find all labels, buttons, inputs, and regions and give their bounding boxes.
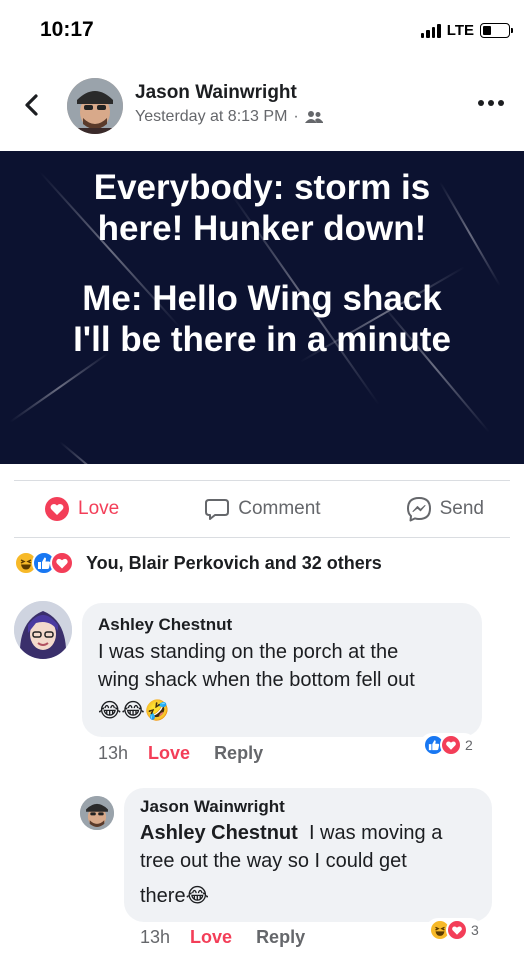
comment-meta: 13h Love Reply xyxy=(98,743,263,764)
comment-bubble[interactable]: Ashley Chestnut I was standing on the po… xyxy=(82,603,482,737)
comment-love-button[interactable]: Love xyxy=(148,743,190,764)
love-icon xyxy=(50,551,74,575)
status-indicators: LTE xyxy=(420,22,513,39)
signal-icon xyxy=(420,23,441,38)
comment-icon xyxy=(205,499,230,520)
network-type: LTE xyxy=(446,22,474,39)
post-timestamp[interactable]: Yesterday at 8:13 PM xyxy=(135,108,287,126)
reply-reactions[interactable]: 3 xyxy=(426,918,482,942)
comment-emojis: 😂😂🤣 xyxy=(98,698,170,722)
reply-bubble[interactable]: Jason Wainwright Ashley Chestnut I was m… xyxy=(124,788,492,922)
post-header: Jason Wainwright Yesterday at 8:13 PM · xyxy=(0,70,524,142)
comment-text: wing shack when the bottom fell out xyxy=(98,669,415,691)
post-meta: Yesterday at 8:13 PM · xyxy=(135,108,323,126)
reply-text: Ashley Chestnut I was moving a xyxy=(140,819,476,847)
love-icon xyxy=(45,497,69,521)
reply-emoji: 😂 xyxy=(185,883,209,907)
messenger-icon xyxy=(406,497,431,522)
back-icon[interactable] xyxy=(18,90,46,120)
post-image-text: Everybody: storm is here! Hunker down! M… xyxy=(0,167,524,360)
comment-text: I was standing on the porch at the xyxy=(98,641,399,663)
friends-icon xyxy=(304,111,323,123)
image-text-line: Everybody: storm is xyxy=(93,168,431,207)
comment-reactions[interactable]: 2 xyxy=(420,733,476,757)
image-text-line: Me: Hello Wing shack xyxy=(82,278,442,318)
send-button-label: Send xyxy=(439,498,484,519)
meta-separator: · xyxy=(293,108,299,125)
image-text-line: here! Hunker down! xyxy=(97,209,427,249)
status-bar: 10:17 LTE xyxy=(0,0,524,60)
author-avatar[interactable] xyxy=(67,78,123,134)
send-button[interactable]: Send xyxy=(406,496,484,522)
comment-reaction-count: 2 xyxy=(465,737,473,753)
reply-love-button[interactable]: Love xyxy=(190,927,232,948)
reply-reaction-count: 3 xyxy=(471,922,479,938)
reply-author[interactable]: Jason Wainwright xyxy=(140,797,476,817)
reactions-summary-text: You, Blair Perkovich and 32 others xyxy=(86,552,382,573)
reply-text-part: I was moving a xyxy=(308,822,443,844)
comment-author[interactable]: Ashley Chestnut xyxy=(98,615,466,635)
author-name[interactable]: Jason Wainwright xyxy=(135,82,297,104)
comment-time[interactable]: 13h xyxy=(98,743,128,764)
reply-text-last: there😂 xyxy=(140,881,476,910)
commenter-avatar[interactable] xyxy=(80,796,114,830)
reply-reply-button[interactable]: Reply xyxy=(256,927,305,948)
comment-button-label: Comment xyxy=(238,498,321,519)
post-image[interactable]: Everybody: storm is here! Hunker down! M… xyxy=(0,151,524,464)
love-icon xyxy=(440,734,462,756)
comment-button[interactable]: Comment xyxy=(204,496,321,522)
comment-reply-button[interactable]: Reply xyxy=(214,743,263,764)
reaction-icons xyxy=(14,551,74,575)
battery-icon xyxy=(480,23,513,38)
more-options-icon[interactable] xyxy=(478,100,504,106)
status-time: 10:17 xyxy=(40,18,94,41)
reply-text: tree out the way so I could get xyxy=(140,850,407,872)
love-button-label: Love xyxy=(78,498,120,519)
reply-text-part: there xyxy=(140,885,186,907)
reactions-summary[interactable]: You, Blair Perkovich and 32 others xyxy=(14,548,382,578)
reply-time[interactable]: 13h xyxy=(140,927,170,948)
image-text-line: I'll be there in a minute xyxy=(73,319,451,359)
mention-link[interactable]: Ashley Chestnut xyxy=(140,822,298,844)
reply-meta: 13h Love Reply xyxy=(140,927,305,948)
love-button[interactable]: Love xyxy=(44,496,119,522)
commenter-avatar[interactable] xyxy=(14,601,72,659)
post-action-bar: Love Comment Send xyxy=(14,480,510,538)
love-icon xyxy=(446,919,468,941)
